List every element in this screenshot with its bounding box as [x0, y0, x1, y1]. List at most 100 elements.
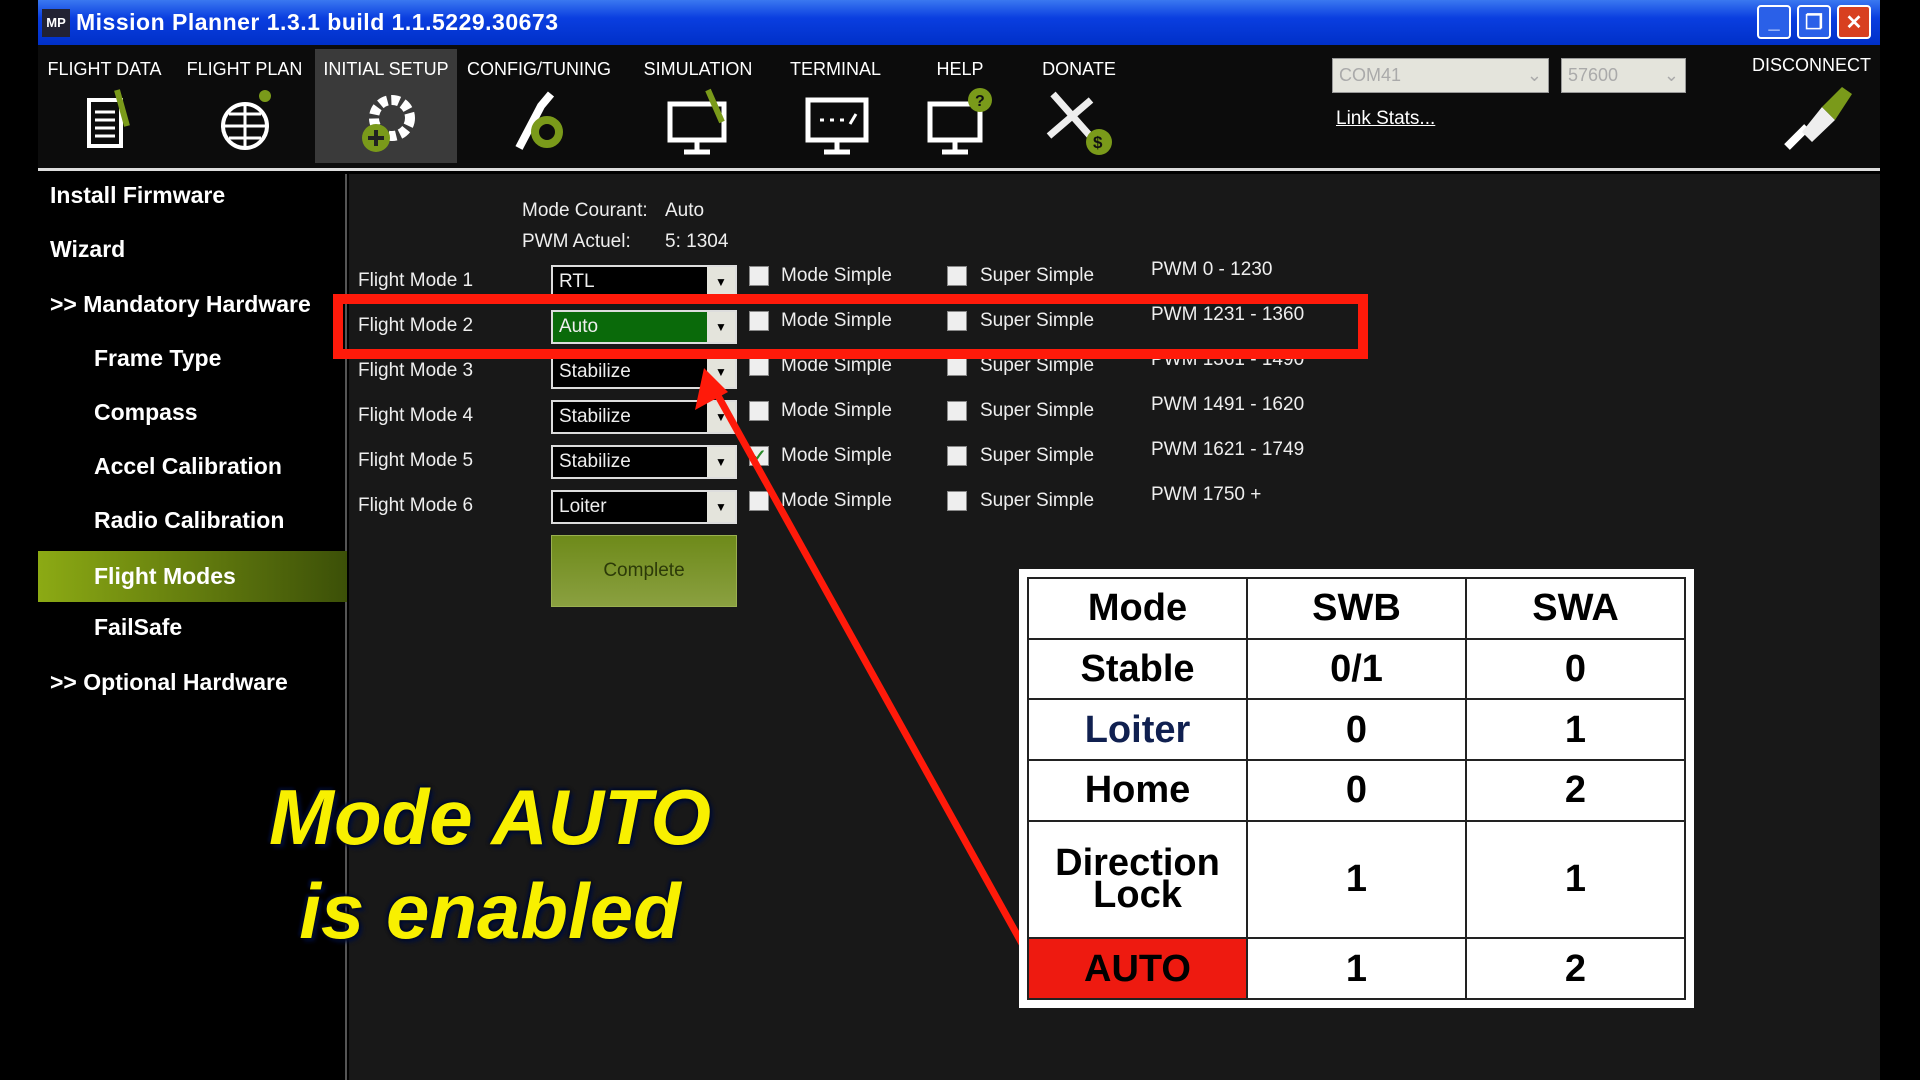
restore-button[interactable]: ❐	[1797, 5, 1831, 39]
toolbar-terminal[interactable]: TERMINAL	[790, 49, 881, 163]
table-row: Home 0 2	[1027, 758, 1686, 822]
sidebar-item[interactable]: >> Optional Hardware	[50, 669, 288, 696]
caption-line-2: is enabled	[299, 867, 681, 955]
minimize-icon: _	[1768, 10, 1780, 33]
caption-line-1: Mode AUTO	[269, 773, 711, 861]
plug-icon	[1783, 87, 1852, 150]
toolbar-label: FLIGHT PLAN	[186, 59, 303, 79]
pwm-range: PWM 1621 - 1749	[1151, 439, 1305, 460]
sidebar-item[interactable]: Frame Type	[94, 345, 221, 372]
sidebar-item[interactable]: Install Firmware	[50, 182, 225, 209]
flight-mode-label: Flight Mode 1	[358, 270, 474, 291]
super-simple-label: Super Simple	[980, 490, 1095, 511]
flight-mode-value: Stabilize	[559, 406, 631, 427]
toolbar-label: CONFIG/TUNING	[467, 59, 611, 79]
header-cell: SWB	[1246, 577, 1467, 640]
toolbar-simulation[interactable]: SIMULATION	[643, 49, 753, 163]
flight-mode-value: Stabilize	[559, 451, 631, 472]
mode-simple-checkbox[interactable]: ✓	[749, 446, 769, 466]
flight-mode-select[interactable]: Stabilize ▼	[551, 445, 737, 479]
pwm-range: PWM 0 - 1230	[1151, 259, 1273, 280]
caption: Mode AUTO is enabled	[160, 770, 820, 958]
port-value: COM41	[1339, 65, 1402, 85]
link-stats-link[interactable]: Link Stats...	[1336, 108, 1435, 130]
flight-mode-value: Stabilize	[559, 361, 631, 382]
terminal-icon	[805, 97, 868, 155]
table-cell: Home	[1027, 758, 1248, 822]
table-cell: 0/1	[1246, 637, 1467, 701]
table-cell: Direction Lock	[1027, 819, 1248, 940]
minimize-button[interactable]: _	[1757, 5, 1791, 39]
sidebar-item[interactable]: Wizard	[50, 236, 125, 263]
baud-select[interactable]: 57600 ⌄	[1561, 58, 1686, 93]
flight-mode-label: Flight Mode 4	[358, 405, 474, 426]
table-cell: 2	[1465, 758, 1686, 822]
super-simple-checkbox[interactable]	[947, 446, 967, 466]
super-simple-checkbox[interactable]	[947, 266, 967, 286]
table-cell: 1	[1465, 819, 1686, 940]
sidebar-item[interactable]: Accel Calibration	[94, 453, 282, 480]
table-row: Loiter 0 1	[1027, 698, 1686, 761]
chevron-down-icon: ⌄	[1526, 65, 1542, 85]
super-simple-label: Super Simple	[980, 400, 1095, 421]
super-simple-checkbox[interactable]	[947, 401, 967, 421]
toolbar-label: DONATE	[1042, 59, 1116, 79]
chevron-down-icon: ▼	[707, 357, 735, 387]
toolbar-config-tuning[interactable]: CONFIG/TUNING	[467, 49, 611, 163]
super-simple-checkbox[interactable]	[947, 356, 967, 376]
toolbar-label: SIMULATION	[643, 59, 753, 79]
current-pwm-value: 5: 1304	[665, 231, 729, 252]
window-title: Mission Planner 1.3.1 build 1.1.5229.306…	[76, 9, 559, 35]
disconnect-button[interactable]: DISCONNECT	[1752, 45, 1871, 165]
toolbar-label: INITIAL SETUP	[323, 59, 449, 79]
chevron-down-icon: ▼	[707, 492, 735, 522]
sidebar-item[interactable]: >> Mandatory Hardware	[50, 291, 311, 318]
table-cell: 0	[1465, 637, 1686, 701]
table-cell: 0	[1246, 758, 1467, 822]
mode-simple-checkbox[interactable]	[749, 401, 769, 421]
chevron-down-icon: ▼	[707, 447, 735, 477]
complete-button[interactable]: Complete	[551, 535, 737, 607]
sidebar-item-flight-modes[interactable]: Flight Modes	[38, 551, 347, 602]
table-cell: AUTO	[1027, 937, 1248, 1000]
mode-simple-checkbox[interactable]	[749, 266, 769, 286]
super-simple-label: Super Simple	[980, 445, 1095, 466]
highlight-box	[333, 294, 1368, 359]
port-select[interactable]: COM41 ⌄	[1332, 58, 1549, 93]
toolbar-label: HELP	[936, 59, 984, 79]
super-simple-label: Super Simple	[980, 265, 1095, 286]
app-logo: MP	[42, 8, 70, 37]
toolbar-help[interactable]: HELP?	[927, 49, 992, 163]
mode-simple-checkbox[interactable]	[749, 491, 769, 511]
toolbar-flight-plan[interactable]: FLIGHT PLAN	[185, 49, 304, 163]
mode-simple-label: Mode Simple	[781, 490, 892, 511]
close-button[interactable]: ✕	[1837, 5, 1871, 39]
flight-mode-select[interactable]: Loiter ▼	[551, 490, 737, 524]
toolbar-initial-setup[interactable]: INITIAL SETUP	[315, 49, 457, 163]
gear-plus-icon	[362, 95, 415, 152]
table-cell: 0	[1246, 698, 1467, 761]
current-mode-value: Auto	[665, 200, 705, 221]
svg-text:?: ?	[975, 93, 985, 110]
sidebar-item[interactable]: Compass	[94, 399, 198, 426]
table-row: AUTO 1 2	[1027, 937, 1686, 1000]
table-cell: 1	[1465, 698, 1686, 761]
table-cell: 2	[1465, 937, 1686, 1000]
sidebar-item[interactable]: FailSafe	[94, 614, 182, 641]
close-icon: ✕	[1845, 11, 1863, 34]
toolbar-donate[interactable]: DONATE $	[1035, 49, 1123, 163]
table-row: Direction Lock 1 1	[1027, 819, 1686, 940]
wrench-gear-icon	[515, 91, 563, 150]
toolbar-flight-data[interactable]: FLIGHT DATA	[44, 49, 165, 163]
help-monitor-icon: ?	[927, 88, 992, 155]
flight-mode-value: Loiter	[559, 496, 607, 517]
table-row: Stable 0/1 0	[1027, 637, 1686, 701]
mode-simple-checkbox[interactable]	[749, 356, 769, 376]
flight-mode-select[interactable]: Stabilize ▼	[551, 400, 737, 434]
title-bar: MP Mission Planner 1.3.1 build 1.1.5229.…	[38, 0, 1880, 45]
switch-mode-table: Mode SWB SWA Stable 0/1 0 Loiter 0 1 Home 0 2 Direct…	[1019, 569, 1694, 1008]
sidebar-item[interactable]: Radio Calibration	[94, 507, 284, 534]
flight-mode-select[interactable]: Stabilize ▼	[551, 355, 737, 389]
current-mode-label: Mode Courant:	[522, 200, 648, 221]
super-simple-checkbox[interactable]	[947, 491, 967, 511]
